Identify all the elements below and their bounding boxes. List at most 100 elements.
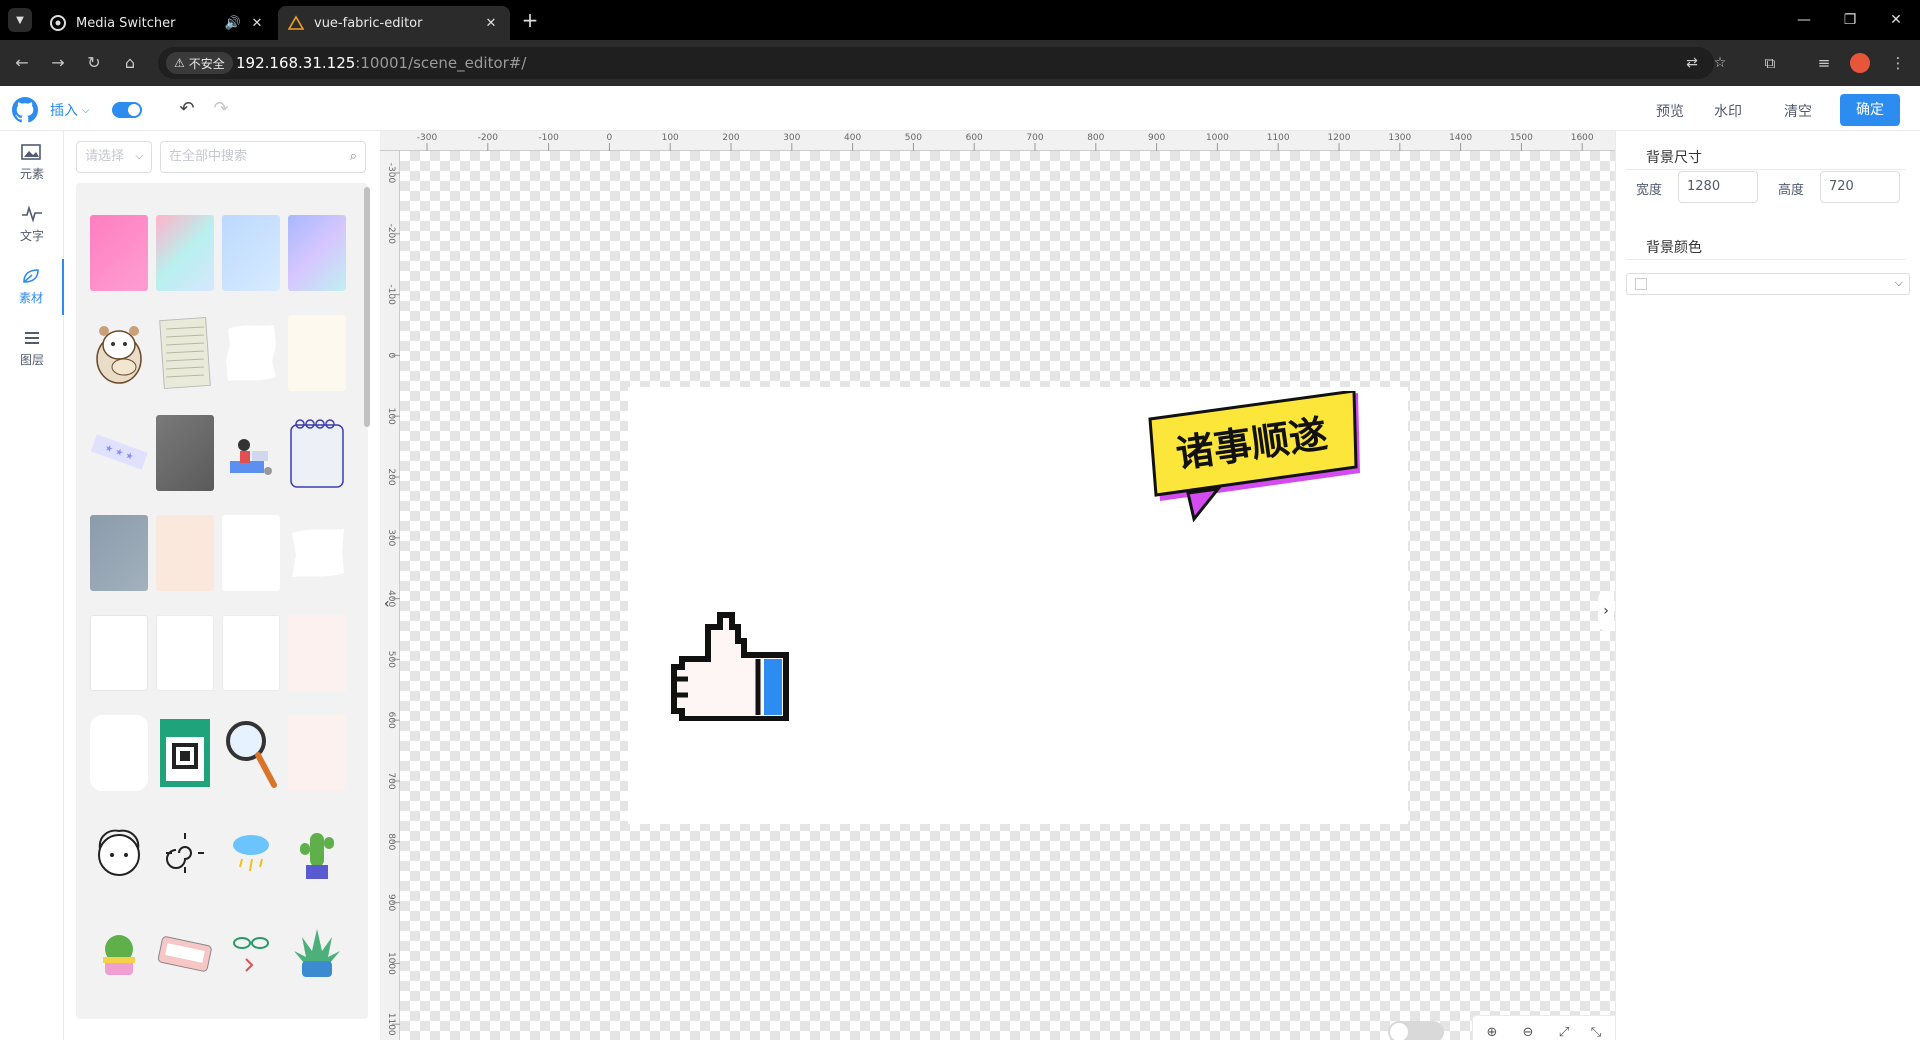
material-thumb-face-doodle[interactable] [90,815,148,891]
tab-media-switcher[interactable]: Media Switcher 🔊 ✕ [40,6,276,40]
rail-item-materials[interactable]: 素材 [0,259,64,315]
material-thumb-grid-paper-2[interactable] [156,615,214,691]
category-select[interactable]: 请选择 ⌵ [76,141,152,173]
new-tab-button[interactable]: + [520,10,540,30]
tab-search-button[interactable]: ▼ [8,8,32,32]
insert-label: 插入 [50,103,78,119]
close-tab-icon[interactable]: ✕ [482,14,500,32]
tab-vue-fabric-editor[interactable]: vue-fabric-editor ✕ [278,6,510,40]
material-search-input[interactable]: 在全部中搜索 ⌕ [160,141,366,173]
material-thumb-name-tag[interactable] [156,915,214,991]
material-thumb-pink-paper-2[interactable] [288,715,346,791]
material-thumb-sun-doodle[interactable] [156,815,214,891]
profile-avatar[interactable] [1850,53,1870,73]
ruler-tick-label: 800 [1087,133,1104,143]
material-thumb-rain-cloud[interactable] [222,815,280,891]
material-thumb-white-paper[interactable] [222,515,280,591]
redo-icon[interactable]: ↷ [210,98,232,120]
material-thumb-pink-pattern[interactable] [90,215,148,291]
translate-icon[interactable]: ⇄ [1682,53,1702,73]
width-label: 宽度 [1636,183,1663,198]
material-thumb-blue-texture[interactable] [222,215,280,291]
material-thumb-magnifier[interactable] [222,715,280,791]
ruler-left: -300 -200 -100 0 100 200 300 400 500 600 700 800 900… [380,151,400,1040]
material-thumb-star-tape[interactable]: ★ ★ ★ [90,415,148,491]
insert-dropdown[interactable]: 插入 ⌵ [50,100,90,120]
zoom-out-icon[interactable]: ⊖ [1517,1022,1539,1040]
material-thumb-hamster[interactable] [90,315,148,391]
bookmark-star-icon[interactable]: ☆ [1710,53,1730,73]
material-thumb-succulent[interactable] [288,915,346,991]
material-thumb-notepad[interactable] [288,415,346,491]
watermark-button[interactable]: 水印 [1704,97,1752,127]
collapse-right-panel-icon[interactable]: › [1598,591,1614,631]
preview-button[interactable]: 预览 [1646,97,1694,127]
material-thumb-cactus[interactable] [288,815,346,891]
minimize-icon[interactable]: — [1792,8,1816,32]
confirm-button[interactable]: 确定 [1840,94,1900,126]
speaker-icon[interactable]: 🔊 [224,14,242,32]
material-thumb-pastel-gradient[interactable] [156,215,214,291]
close-tab-icon[interactable]: ✕ [248,14,266,32]
material-thumb-grid-paper-3[interactable] [222,615,280,691]
back-icon[interactable]: ← [10,51,34,75]
material-thumb-white-brush-2[interactable] [288,515,346,591]
canvas-area: -300 -200 -100 0 100 200 300 400 500 600 700 800 900… [380,131,1615,1040]
ruler-tick-label: -200 [478,133,499,143]
material-thumb-cream-paper[interactable] [288,315,346,391]
ruler-tick-label: 0 [607,133,613,143]
forward-icon[interactable]: → [46,51,70,75]
material-thumb-pink-paper[interactable] [288,615,346,691]
material-thumb-peach-paper[interactable] [156,515,214,591]
actual-size-icon[interactable]: ⤡ [1585,1022,1607,1040]
material-thumb-grid-paper[interactable] [90,615,148,691]
security-chip[interactable]: ⚠ 不安全 [166,52,233,74]
rail-item-elements[interactable]: 元素 [0,135,64,191]
material-thumb-eyes-doodle[interactable] [222,915,280,991]
close-window-icon[interactable]: ✕ [1884,8,1908,32]
clear-button[interactable]: 清空 [1774,97,1822,127]
material-thumb-person-illustration[interactable] [222,415,280,491]
collapse-left-panel-icon[interactable]: ‹ [384,596,390,612]
pulse-icon [21,205,43,225]
properties-panel: 背景尺寸 宽度 1280 高度 720 背景颜色 ⌵ [1615,131,1920,1040]
material-thumb-gray-texture[interactable] [156,415,214,491]
material-thumb-lined-paper[interactable] [156,315,214,391]
ruler-tick-label: -300 [417,133,438,143]
reload-icon[interactable]: ↻ [82,51,106,75]
material-thumb-blue-gray-texture[interactable] [90,515,148,591]
zoom-in-icon[interactable]: ⊕ [1481,1022,1503,1040]
editor-header: 插入 ⌵ ↶ ↷ 预览 水印 清空 确定 [0,86,1920,131]
home-icon[interactable]: ⌂ [118,51,142,75]
material-scrollbar[interactable] [364,187,370,427]
layers-icon [21,329,43,349]
material-thumb-white-card[interactable] [90,715,148,791]
material-thumb-purple-gradient[interactable] [288,215,346,291]
material-thumb-cactus-pot[interactable] [90,915,148,991]
media-control-icon[interactable]: ≡ [1812,51,1836,75]
extensions-icon[interactable]: ⧉ [1758,51,1782,75]
rail-item-layers[interactable]: 图层 [0,321,64,377]
workspace-artboard[interactable]: 诸事顺遂 [628,387,1408,824]
width-input[interactable]: 1280 [1678,171,1758,203]
banner-sticker[interactable]: 诸事顺遂 [1148,391,1364,525]
ruler-tick-label: 1300 [1388,133,1411,143]
github-icon[interactable] [12,97,38,123]
undo-icon[interactable]: ↶ [176,98,198,120]
material-thumb-qr-card[interactable] [156,715,214,791]
more-menu-icon[interactable]: ⋮ [1886,51,1910,75]
height-input[interactable]: 720 [1820,171,1900,203]
url-path: :10001/scene_editor#/ [355,54,527,72]
material-thumb-white-brush[interactable] [222,315,280,391]
snap-toggle[interactable] [112,102,142,118]
background-color-select[interactable]: ⌵ [1626,273,1910,295]
ruler-top-ticks: -300 -200 -100 0 100 200 300 400 500 600 700 800 900… [417,133,1594,151]
rail-item-text[interactable]: 文字 [0,197,64,253]
color-swatch [1635,278,1647,290]
grid-toggle[interactable] [1388,1021,1444,1040]
address-bar[interactable]: ⚠ 不安全 192.168.31.125:10001/scene_editor#… [158,47,1726,79]
ruler-left-ticks: -300-200-1000100200300400500600700800900… [386,163,400,1036]
thumbs-up-sticker[interactable] [668,611,792,721]
restore-icon[interactable]: ❐ [1838,8,1862,32]
fit-screen-icon[interactable]: ⤢ [1553,1022,1575,1040]
